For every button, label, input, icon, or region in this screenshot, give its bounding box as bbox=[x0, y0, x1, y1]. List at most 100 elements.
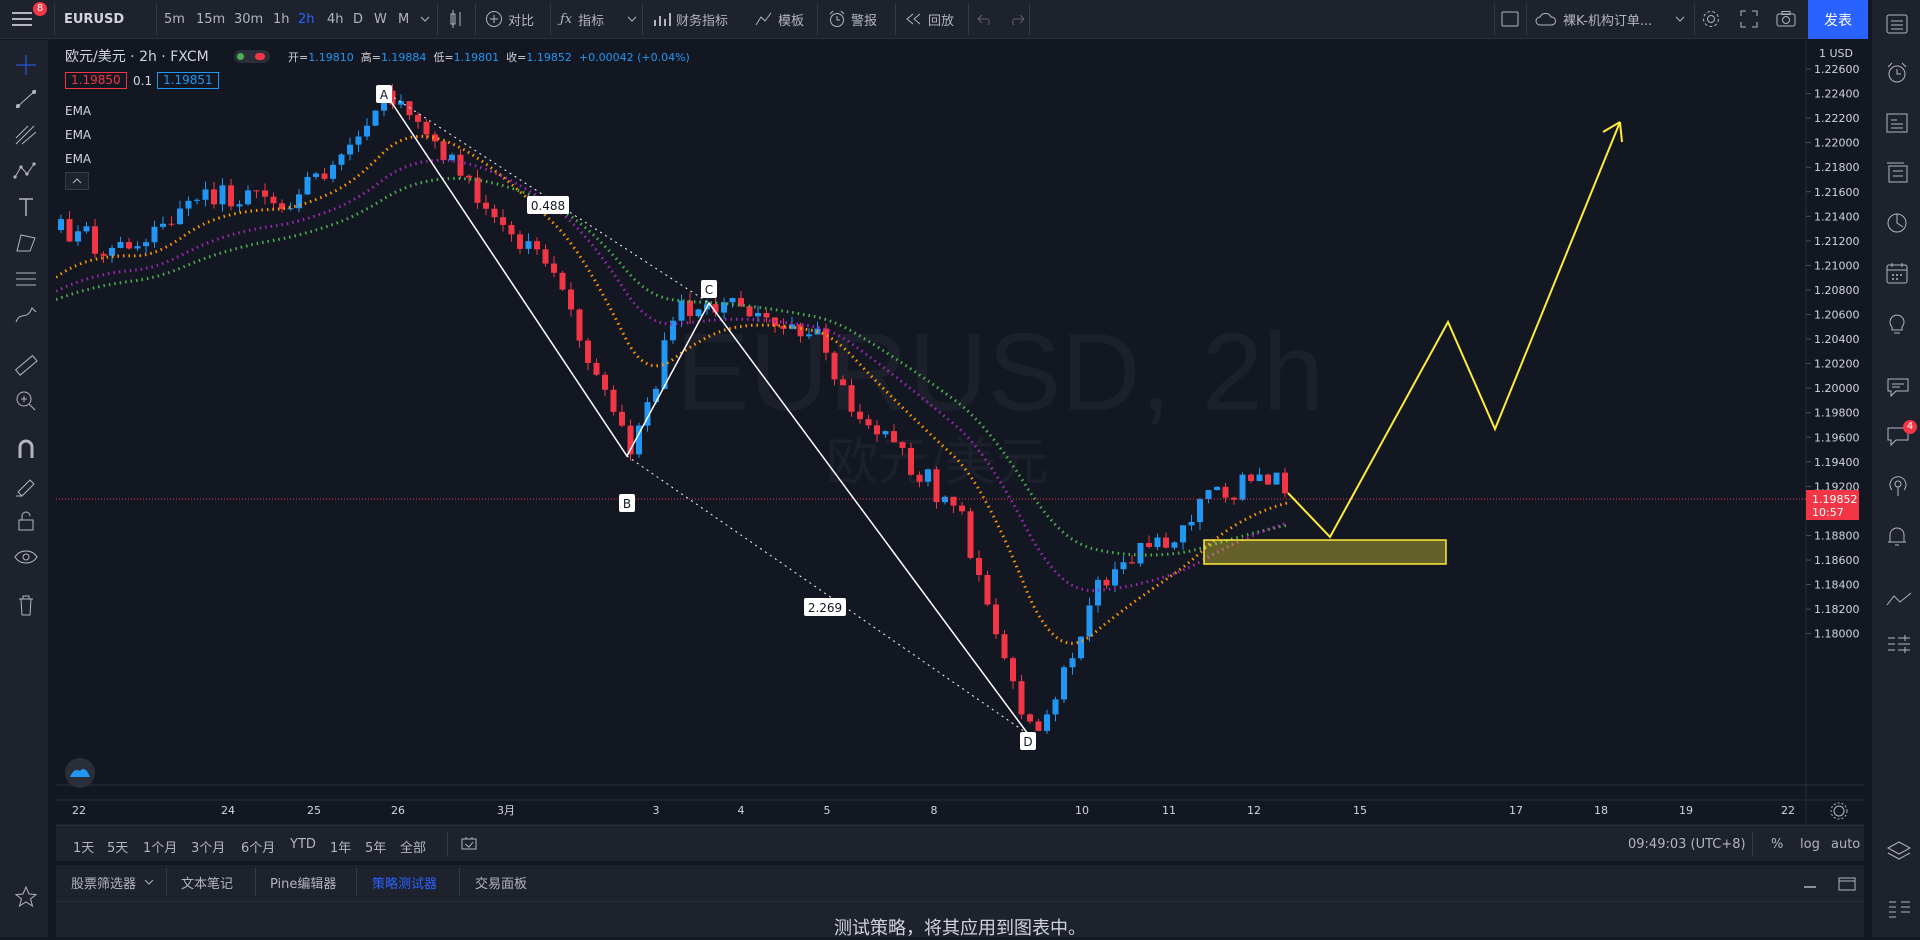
lock-icon[interactable] bbox=[12, 508, 40, 534]
streams-icon[interactable] bbox=[1886, 474, 1910, 502]
financials-button[interactable]: 财务指标 bbox=[653, 0, 728, 38]
interval-1h[interactable]: 1h bbox=[273, 0, 290, 38]
text-tool-icon[interactable] bbox=[12, 194, 40, 220]
fullscreen-icon[interactable] bbox=[1740, 0, 1758, 38]
camera-icon[interactable] bbox=[1776, 0, 1796, 38]
replay-button[interactable]: 回放 bbox=[905, 0, 954, 38]
depth-chart-icon[interactable] bbox=[1886, 590, 1912, 614]
order-block-zone[interactable] bbox=[1203, 539, 1447, 565]
indicators-button[interactable]: ƒx 指标 bbox=[560, 0, 604, 38]
candle bbox=[449, 154, 455, 161]
pitchfork-icon[interactable] bbox=[12, 122, 40, 148]
interval-15m[interactable]: 15m bbox=[196, 0, 225, 38]
range-all[interactable]: 全部 bbox=[400, 837, 426, 856]
gear-icon[interactable] bbox=[1701, 0, 1721, 38]
watchlist-icon[interactable] bbox=[1886, 14, 1908, 38]
zoom-in-icon[interactable] bbox=[12, 388, 40, 414]
trash-icon[interactable] bbox=[12, 592, 40, 618]
layout-menu[interactable]: 裸K-机构订单... bbox=[1535, 0, 1652, 38]
range-5y[interactable]: 5年 bbox=[365, 837, 386, 856]
interval-30m[interactable]: 30m bbox=[234, 0, 263, 38]
alarm-icon[interactable] bbox=[1886, 62, 1908, 88]
ideas-lightbulb-icon[interactable] bbox=[1886, 312, 1908, 340]
menu-icon[interactable] bbox=[12, 0, 36, 38]
data-window-icon[interactable] bbox=[1886, 112, 1908, 138]
hotlist-icon[interactable] bbox=[1886, 162, 1908, 188]
compare-button[interactable]: 对比 bbox=[485, 0, 534, 38]
market-status-toggle[interactable] bbox=[234, 50, 270, 63]
ema-legend-2[interactable]: EMA bbox=[65, 128, 91, 142]
interval-5m[interactable]: 5m bbox=[164, 0, 185, 38]
economic-calendar-icon[interactable] bbox=[1886, 262, 1908, 288]
interval-d[interactable]: D bbox=[353, 0, 363, 38]
currency-label[interactable]: 1 USD bbox=[1819, 47, 1853, 60]
ema-legend-3[interactable]: EMA bbox=[65, 152, 91, 166]
candle-type-icon[interactable] bbox=[448, 0, 464, 38]
undo-icon[interactable] bbox=[977, 0, 993, 38]
tab-trading-panel[interactable]: 交易面板 bbox=[475, 866, 527, 898]
log-scale[interactable]: log bbox=[1800, 837, 1820, 852]
chevron-down-icon[interactable] bbox=[1675, 0, 1685, 38]
price-chart[interactable]: EURUSD, 2h 欧元/美元 A B C D 0.488 2.269 1.2… bbox=[55, 40, 1864, 824]
range-6m[interactable]: 6个月 bbox=[241, 837, 275, 856]
interval-2h[interactable]: 2h bbox=[298, 0, 315, 38]
axis-settings-icon[interactable] bbox=[1830, 802, 1848, 820]
bell-icon[interactable] bbox=[1886, 524, 1908, 552]
minimize-panel-icon[interactable] bbox=[1802, 878, 1818, 893]
auto-scale[interactable]: auto bbox=[1831, 837, 1860, 852]
tab-pine-editor[interactable]: Pine编辑器 bbox=[270, 866, 336, 898]
percent-scale[interactable]: % bbox=[1771, 837, 1783, 852]
maximize-panel-icon[interactable] bbox=[1838, 877, 1856, 895]
crosshair-icon[interactable] bbox=[12, 52, 40, 78]
interval-4h[interactable]: 4h bbox=[327, 0, 344, 38]
publish-button[interactable]: 发表 bbox=[1808, 0, 1868, 39]
range-ytd[interactable]: YTD bbox=[290, 837, 316, 852]
chevron-down-icon[interactable] bbox=[420, 0, 430, 38]
ruler-icon[interactable] bbox=[12, 352, 40, 378]
tradingview-logo[interactable] bbox=[65, 758, 95, 788]
pattern-icon[interactable] bbox=[12, 158, 40, 184]
calendar-icon[interactable] bbox=[1886, 212, 1908, 238]
trend-line-icon[interactable] bbox=[12, 86, 40, 112]
tab-stock-screener[interactable]: 股票筛选器 bbox=[71, 866, 156, 898]
collapse-legend-button[interactable] bbox=[65, 172, 89, 190]
chevron-down-icon[interactable] bbox=[627, 0, 637, 38]
chat-icon[interactable] bbox=[1886, 376, 1910, 402]
templates-button[interactable]: 模板 bbox=[755, 0, 804, 38]
help-icon[interactable] bbox=[1886, 898, 1912, 926]
symbol-search[interactable]: EURUSD bbox=[64, 0, 124, 38]
shapes-icon[interactable] bbox=[12, 230, 40, 256]
range-3m[interactable]: 3个月 bbox=[191, 837, 225, 856]
ema-legend-1[interactable]: EMA bbox=[65, 104, 91, 118]
interval-m[interactable]: M bbox=[398, 0, 409, 38]
range-5d[interactable]: 5天 bbox=[107, 837, 128, 856]
eye-icon[interactable] bbox=[12, 544, 40, 570]
tab-strategy-tester[interactable]: 策略测试器 bbox=[372, 866, 437, 898]
alert-button[interactable]: 警报 bbox=[828, 0, 877, 38]
star-icon[interactable] bbox=[12, 884, 40, 910]
clock[interactable]: 09:49:03 (UTC+8) bbox=[1628, 837, 1746, 852]
projection-path[interactable] bbox=[1287, 121, 1621, 539]
chart-pane[interactable]: EURUSD, 2h 欧元/美元 A B C D 0.488 2.269 1.2… bbox=[55, 40, 1864, 824]
bid-price[interactable]: 1.19850 bbox=[65, 72, 127, 89]
magnet-icon[interactable] bbox=[12, 436, 40, 462]
fullscreen-box-icon[interactable] bbox=[1501, 0, 1519, 38]
symbol-legend[interactable]: 欧元/美元 · 2h · FXCM bbox=[65, 46, 209, 66]
range-1y[interactable]: 1年 bbox=[330, 837, 351, 856]
price-axis[interactable]: 1.22600 1.22400 1.22200 1.22000 1.21800 1.216… bbox=[1806, 63, 1860, 641]
range-1d[interactable]: 1天 bbox=[73, 837, 94, 856]
ask-price[interactable]: 1.19851 bbox=[157, 72, 219, 89]
icons-tool-icon[interactable] bbox=[12, 302, 40, 328]
range-1m[interactable]: 1个月 bbox=[143, 837, 177, 856]
stay-drawing-icon[interactable] bbox=[12, 472, 40, 498]
goto-date-icon[interactable] bbox=[460, 836, 478, 856]
dom-icon[interactable] bbox=[1886, 634, 1912, 662]
measure-lines-icon[interactable] bbox=[12, 266, 40, 292]
layers-icon[interactable] bbox=[1886, 840, 1912, 868]
interval-w[interactable]: W bbox=[374, 0, 387, 38]
candle bbox=[1222, 486, 1229, 498]
redo-icon[interactable] bbox=[1009, 0, 1025, 38]
chevron-down-icon bbox=[144, 879, 154, 885]
tab-text-notes[interactable]: 文本笔记 bbox=[181, 866, 233, 898]
time-axis[interactable]: 22 24 25 26 3月 3 4 5 8 10 11 12 15 17 18 19 22 bbox=[72, 804, 1795, 817]
